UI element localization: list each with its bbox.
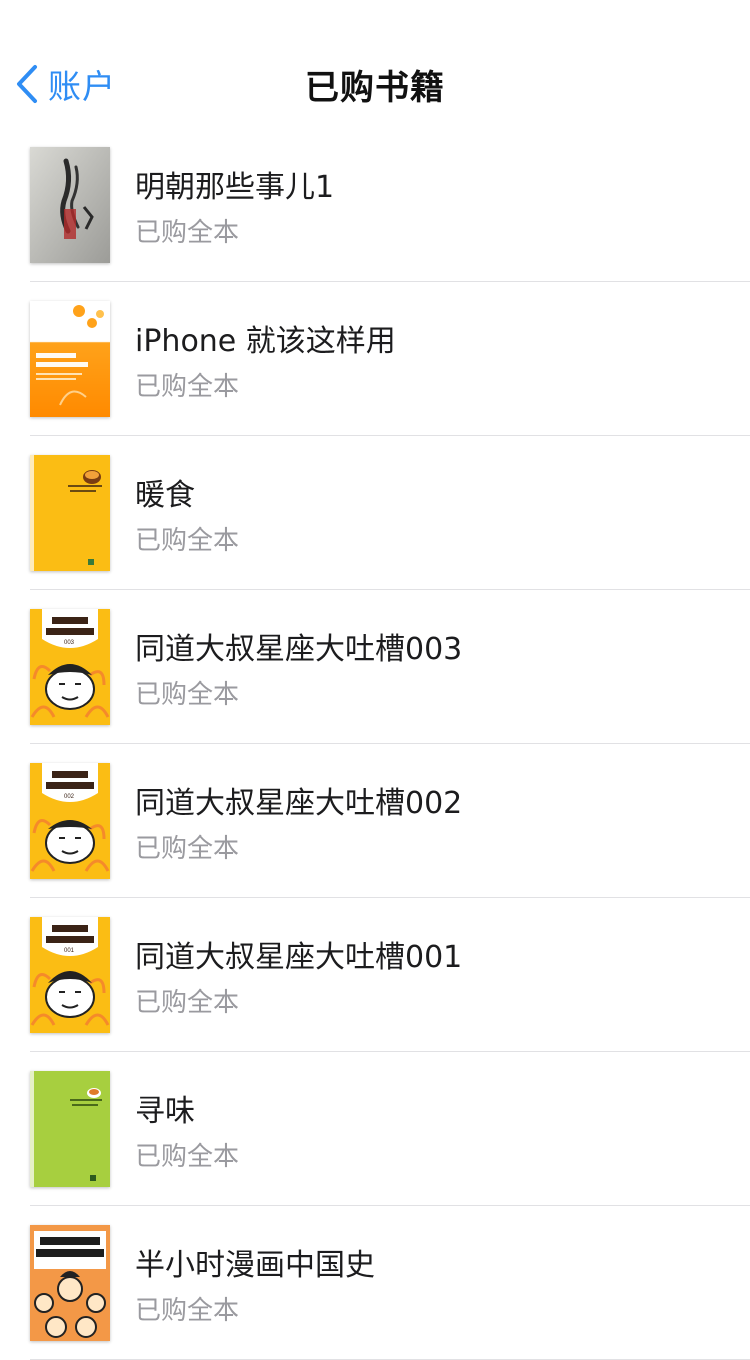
book-row-banxiaoshi[interactable]: 半小时漫画中国史 已购全本 <box>0 1206 750 1360</box>
page-title: 已购书籍 <box>305 68 445 108</box>
book-purchase-status: 已购全本 <box>135 680 240 710</box>
book-row-mingchao[interactable]: 明朝那些事儿1 已购全本 <box>0 128 750 282</box>
book-purchase-status: 已购全本 <box>135 218 240 248</box>
svg-text:001: 001 <box>64 948 75 954</box>
book-cover-image <box>30 1225 110 1341</box>
book-title: 同道大叔星座大吐槽002 <box>135 786 463 821</box>
book-purchase-status: 已购全本 <box>135 1142 240 1172</box>
purchased-books-list: 明朝那些事儿1 已购全本 iPhone 就该这样用 已购全本 暖食 已购全本 0… <box>0 128 750 1360</box>
book-row-nuanshi[interactable]: 暖食 已购全本 <box>0 436 750 590</box>
book-row-tongdao-002[interactable]: 002 同道大叔星座大吐槽002 已购全本 <box>0 744 750 898</box>
book-cover-image: 002 <box>30 763 110 879</box>
book-purchase-status: 已购全本 <box>135 1296 240 1326</box>
navigation-bar: 账户 已购书籍 <box>0 0 750 128</box>
book-row-tongdao-001[interactable]: 001 同道大叔星座大吐槽001 已购全本 <box>0 898 750 1052</box>
book-title: 同道大叔星座大吐槽003 <box>135 632 463 667</box>
book-purchase-status: 已购全本 <box>135 526 240 556</box>
book-cover-image <box>30 455 110 571</box>
book-row-iphone[interactable]: iPhone 就该这样用 已购全本 <box>0 282 750 436</box>
svg-text:003: 003 <box>64 640 75 646</box>
book-title: 明朝那些事儿1 <box>135 170 335 205</box>
book-title: iPhone 就该这样用 <box>135 324 396 359</box>
book-title: 寻味 <box>135 1094 195 1129</box>
book-cover-image <box>30 147 110 263</box>
book-row-tongdao-003[interactable]: 003 同道大叔星座大吐槽003 已购全本 <box>0 590 750 744</box>
book-title: 半小时漫画中国史 <box>135 1248 375 1283</box>
book-purchase-status: 已购全本 <box>135 988 240 1018</box>
svg-text:002: 002 <box>64 794 75 800</box>
book-cover-image: 001 <box>30 917 110 1033</box>
book-cover-image <box>30 301 110 417</box>
book-title: 暖食 <box>135 478 195 513</box>
book-purchase-status: 已购全本 <box>135 834 240 864</box>
book-purchase-status: 已购全本 <box>135 372 240 402</box>
book-cover-image <box>30 1071 110 1187</box>
book-row-xunwei[interactable]: 寻味 已购全本 <box>0 1052 750 1206</box>
book-title: 同道大叔星座大吐槽001 <box>135 940 463 975</box>
book-cover-image: 003 <box>30 609 110 725</box>
